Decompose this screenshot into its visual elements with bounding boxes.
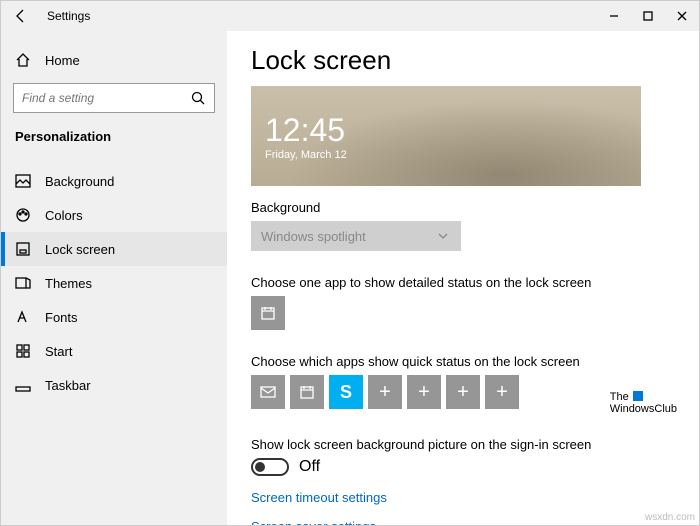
preview-time: 12:45 (265, 112, 641, 149)
picture-icon (15, 173, 31, 189)
fonts-icon (15, 309, 31, 325)
maximize-button[interactable] (631, 1, 665, 31)
chevron-down-icon (435, 228, 451, 244)
quick-app-slot-1[interactable] (251, 375, 285, 409)
quick-app-slot-6[interactable]: + (446, 375, 480, 409)
link-screen-timeout[interactable]: Screen timeout settings (251, 490, 675, 505)
back-icon[interactable] (13, 8, 29, 24)
plus-icon: + (379, 381, 391, 404)
quick-app-slot-4[interactable]: + (368, 375, 402, 409)
sidebar-item-label: Colors (45, 208, 83, 223)
sidebar-item-background[interactable]: Background (1, 164, 227, 198)
sidebar-item-label: Background (45, 174, 114, 189)
home-icon (15, 52, 31, 68)
sidebar: Home Personalization Background Colors L… (1, 31, 227, 525)
detailed-status-label: Choose one app to show detailed status o… (251, 275, 675, 290)
sidebar-item-colors[interactable]: Colors (1, 198, 227, 232)
content-pane: Lock screen 12:45 Friday, March 12 Backg… (227, 31, 699, 525)
sidebar-item-label: Fonts (45, 310, 78, 325)
mail-icon (260, 384, 276, 400)
background-dropdown[interactable]: Windows spotlight (251, 221, 461, 251)
page-title: Lock screen (251, 45, 675, 76)
calendar-icon (260, 305, 276, 321)
sidebar-item-taskbar[interactable]: Taskbar (1, 368, 227, 402)
quick-app-slot-5[interactable]: + (407, 375, 441, 409)
signin-picture-label: Show lock screen background picture on t… (251, 437, 675, 452)
quick-app-slot-3[interactable]: S (329, 375, 363, 409)
toggle-state: Off (299, 458, 320, 476)
taskbar-icon (15, 377, 31, 393)
quick-status-label: Choose which apps show quick status on t… (251, 354, 675, 369)
sidebar-item-label: Lock screen (45, 242, 115, 257)
plus-icon: + (418, 381, 430, 404)
plus-icon: + (457, 381, 469, 404)
skype-icon: S (340, 382, 352, 403)
sidebar-item-label: Home (45, 53, 80, 68)
calendar-icon (299, 384, 315, 400)
sidebar-item-lockscreen[interactable]: Lock screen (1, 232, 227, 266)
close-button[interactable] (665, 1, 699, 31)
lockscreen-preview[interactable]: 12:45 Friday, March 12 (251, 86, 641, 186)
themes-icon (15, 275, 31, 291)
quick-app-slot-2[interactable] (290, 375, 324, 409)
search-icon (190, 90, 206, 106)
background-label: Background (251, 200, 675, 215)
sidebar-item-label: Themes (45, 276, 92, 291)
quick-app-slot-7[interactable]: + (485, 375, 519, 409)
lockscreen-icon (15, 241, 31, 257)
sidebar-item-themes[interactable]: Themes (1, 266, 227, 300)
search-field[interactable] (22, 91, 190, 105)
detailed-app-slot[interactable] (251, 296, 285, 330)
sidebar-item-label: Start (45, 344, 72, 359)
sidebar-item-fonts[interactable]: Fonts (1, 300, 227, 334)
minimize-button[interactable] (597, 1, 631, 31)
search-input[interactable] (13, 83, 215, 113)
watermark: The WindowsClub (610, 391, 677, 415)
plus-icon: + (496, 381, 508, 404)
logo-square-icon (633, 391, 643, 401)
dropdown-value: Windows spotlight (261, 229, 366, 244)
palette-icon (15, 207, 31, 223)
footer-watermark: wsxdn.com (645, 512, 695, 523)
sidebar-item-start[interactable]: Start (1, 334, 227, 368)
window-title: Settings (47, 9, 90, 23)
preview-date: Friday, March 12 (265, 149, 641, 161)
sidebar-item-label: Taskbar (45, 378, 91, 393)
sidebar-item-home[interactable]: Home (1, 43, 227, 77)
link-screen-saver[interactable]: Screen saver settings (251, 519, 675, 525)
signin-picture-toggle[interactable] (251, 458, 289, 476)
start-icon (15, 343, 31, 359)
sidebar-section-title: Personalization (1, 121, 227, 150)
title-bar: Settings (1, 1, 699, 31)
